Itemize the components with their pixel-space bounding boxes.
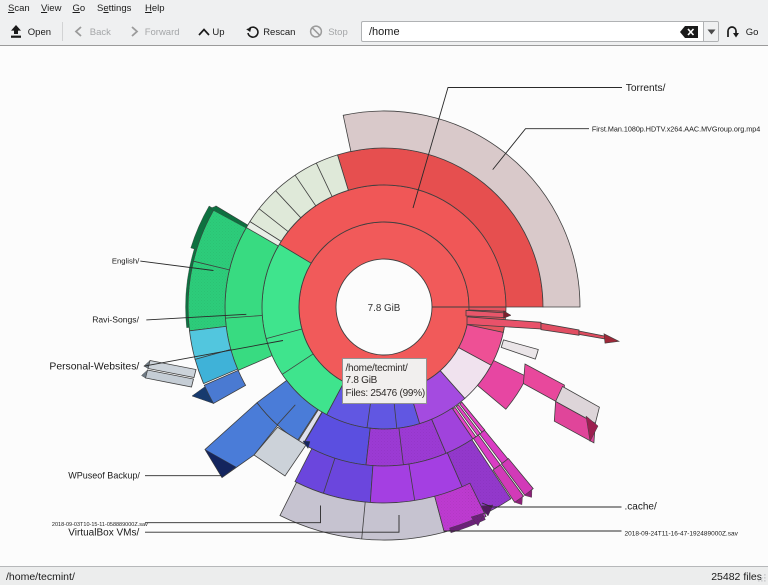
svg-text:2018-09-24T11-16-47-192489000Z: 2018-09-24T11-16-47-192489000Z.sav xyxy=(625,531,739,538)
svg-text:First.Man.1080p.HDTV.x264.AAC.: First.Man.1080p.HDTV.x264.AAC.MVGroup.or… xyxy=(592,125,760,134)
svg-text:Personal-Websites/: Personal-Websites/ xyxy=(49,362,139,373)
svg-text:7.8 GiB: 7.8 GiB xyxy=(368,303,401,314)
svg-text:English/: English/ xyxy=(112,257,140,266)
svg-text:.cache/: .cache/ xyxy=(625,502,657,513)
svg-text:WPuseof Backup/: WPuseof Backup/ xyxy=(68,471,140,481)
svg-text:Ravi-Songs/: Ravi-Songs/ xyxy=(92,315,139,325)
svg-text:VirtualBox VMs/: VirtualBox VMs/ xyxy=(68,528,139,539)
svg-text:Torrents/: Torrents/ xyxy=(626,83,666,94)
